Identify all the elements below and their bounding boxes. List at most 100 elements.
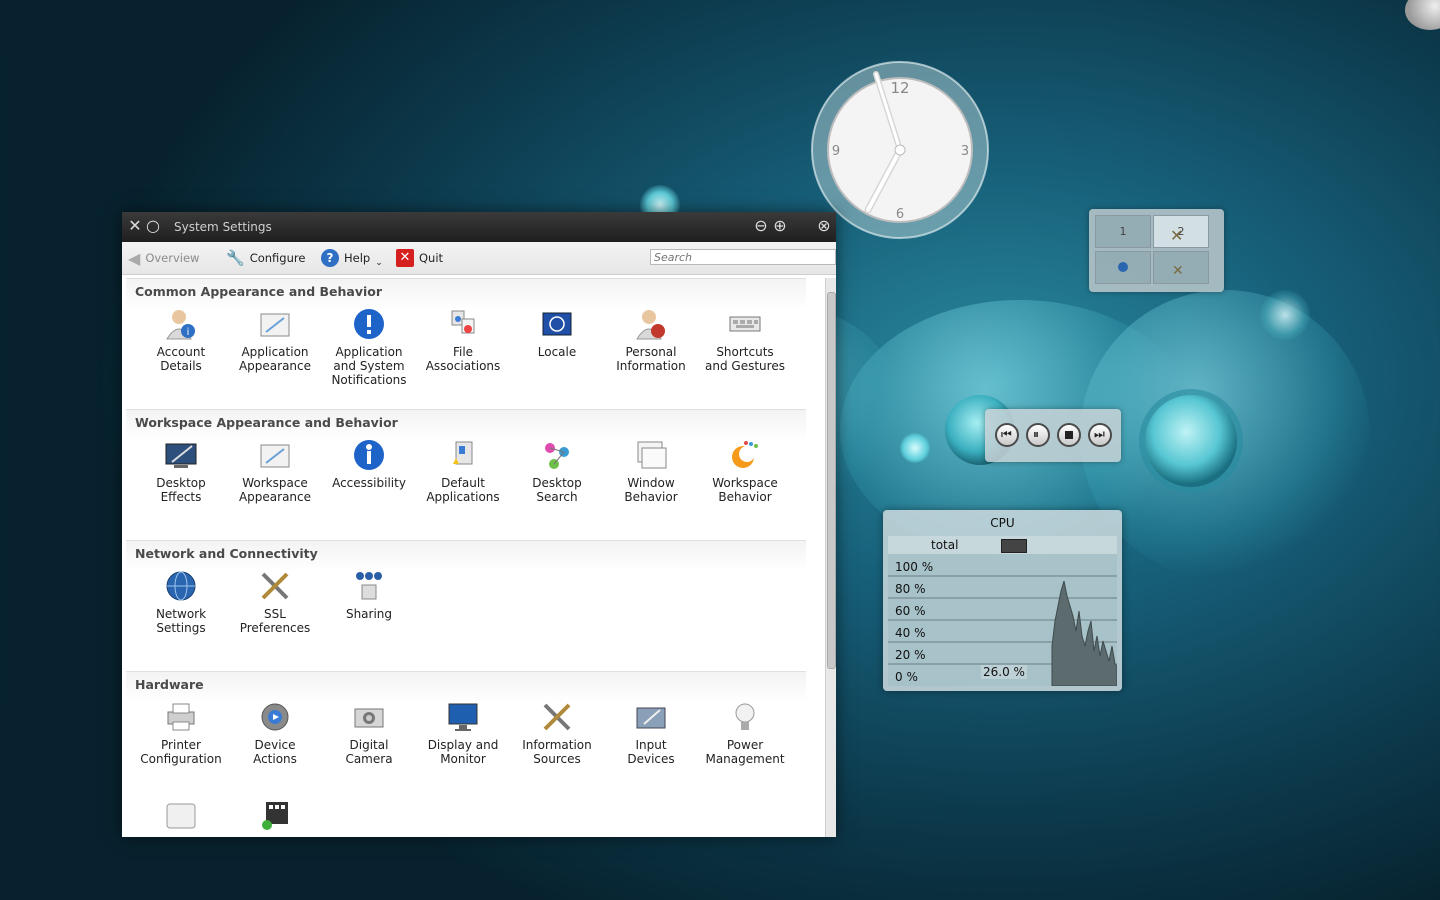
stop-icon <box>1065 431 1073 439</box>
item-label: SSL Preferences <box>239 607 311 635</box>
clock-numeral-3: 3 <box>961 144 969 159</box>
item-label: Sharing <box>345 607 393 621</box>
chevron-down-icon: ⌄ <box>375 258 383 268</box>
appearance-icon <box>258 438 292 472</box>
item-label: Printer Configuration <box>140 738 222 766</box>
quit-button[interactable]: ✕ Quit <box>396 248 443 268</box>
wrench-icon: 🔧 <box>226 249 245 267</box>
item-label: Input Devices <box>627 738 675 766</box>
item-locale[interactable]: Locale <box>510 307 604 359</box>
item-information-sources[interactable]: Information Sources <box>510 700 604 766</box>
multimedia-icon <box>258 798 292 832</box>
item-label: Power Management <box>705 738 785 766</box>
drive-icon <box>164 798 198 832</box>
clock-face: 12 3 6 9 <box>811 61 989 239</box>
item-personal-information[interactable]: Personal Information <box>604 307 698 373</box>
pager-desktop-3[interactable] <box>1095 251 1151 284</box>
item-label: Desktop Search <box>532 476 582 504</box>
item-shortcuts-gestures[interactable]: Shortcuts and Gestures <box>698 307 792 373</box>
item-label: Application Appearance <box>238 345 312 373</box>
search-input[interactable] <box>650 249 836 265</box>
item-notifications[interactable]: Application and System Notifications <box>322 307 416 387</box>
item-application-appearance[interactable]: Application Appearance <box>228 307 322 373</box>
tools-icon <box>258 569 292 603</box>
overview-label: Overview <box>145 251 200 265</box>
pause-button[interactable]: ⏸ <box>1026 423 1050 447</box>
item-label: Locale <box>537 345 577 359</box>
scrollbar-thumb[interactable] <box>827 292 836 669</box>
item-input-devices[interactable]: Input Devices <box>604 700 698 766</box>
cpu-graph: total 100 % 80 % 60 % 40 % 20 % 0 % 26.0… <box>888 536 1117 686</box>
item-default-applications[interactable]: Default Applications <box>416 438 510 504</box>
previous-track-button[interactable]: ⏮ <box>995 423 1019 447</box>
next-track-button[interactable]: ⏭ <box>1088 423 1112 447</box>
pager-desktop-2[interactable]: 2 ✕ <box>1153 215 1209 248</box>
globe-icon <box>164 569 198 603</box>
keyboard-icon <box>728 307 762 341</box>
item-window-behavior[interactable]: Window Behavior <box>604 438 698 504</box>
pause-icon: ⏸ <box>1033 427 1040 441</box>
item-label: File Associations <box>425 345 501 373</box>
cpu-tick-80: 80 % <box>895 582 926 596</box>
desktop-effects-icon <box>164 438 198 472</box>
item-network-settings[interactable]: Network Settings <box>134 569 228 635</box>
overview-button[interactable]: ◀ Overview <box>128 248 199 268</box>
item-removable-devices[interactable] <box>134 798 228 836</box>
configure-button[interactable]: 🔧 Configure <box>226 248 305 268</box>
cpu-current-value: 26.0 % <box>981 665 1027 679</box>
tools-icon: ✕ <box>1170 226 1184 245</box>
pager-desktop-1[interactable]: 1 <box>1095 215 1151 248</box>
item-label: Account Details <box>156 345 206 373</box>
cpu-usage-area <box>1051 580 1117 686</box>
minimize-icon[interactable]: ⊖ <box>752 217 770 235</box>
desktop-search-icon <box>540 438 574 472</box>
item-digital-camera[interactable]: Digital Camera <box>322 700 416 766</box>
item-printer-configuration[interactable]: Printer Configuration <box>134 700 228 766</box>
item-ssl-preferences[interactable]: SSL Preferences <box>228 569 322 635</box>
help-label: Help <box>344 251 371 265</box>
help-icon: ? <box>321 249 339 267</box>
settings-content: Common Appearance and Behavior i Account… <box>126 278 822 837</box>
item-label: Digital Camera <box>345 738 393 766</box>
appearance-icon <box>258 307 292 341</box>
quit-icon: ✕ <box>396 249 414 267</box>
item-power-management[interactable]: Power Management <box>698 700 792 766</box>
vertical-scrollbar[interactable] <box>825 278 836 837</box>
analog-clock-widget[interactable]: 12 3 6 9 <box>810 60 990 240</box>
maximize-icon[interactable]: ⊕ <box>771 217 789 235</box>
pager-desktop-4[interactable]: ✕ <box>1153 251 1209 284</box>
help-button[interactable]: ? Help ⌄ <box>321 248 383 268</box>
window-titlebar[interactable]: ✕ ○ System Settings ⊖ ⊕ ⊗ <box>122 212 836 242</box>
item-label: Information Sources <box>522 738 592 766</box>
item-workspace-behavior[interactable]: Workspace Behavior <box>698 438 792 504</box>
item-display-monitor[interactable]: Display and Monitor <box>416 700 510 766</box>
item-device-actions[interactable]: Device Actions <box>228 700 322 766</box>
close-icon[interactable]: ⊗ <box>815 217 833 235</box>
clock-numeral-9: 9 <box>832 144 840 159</box>
gear-icon <box>258 700 292 734</box>
window-menu-icon[interactable]: ✕ <box>126 217 144 235</box>
cpu-monitor-widget[interactable]: CPU total 100 % 80 % 60 % 40 % 20 % 0 % … <box>883 510 1122 691</box>
cpu-tick-100: 100 % <box>895 560 934 574</box>
item-label: Workspace Behavior <box>712 476 778 504</box>
tools-icon <box>540 700 574 734</box>
desktop-pager-widget: 1 2 ✕ ✕ <box>1089 209 1224 292</box>
stop-button[interactable] <box>1057 423 1081 447</box>
item-file-associations[interactable]: File Associations <box>416 307 510 373</box>
item-desktop-effects[interactable]: Desktop Effects <box>134 438 228 504</box>
back-arrow-icon: ◀ <box>128 248 141 268</box>
item-sharing[interactable]: Sharing <box>322 569 416 621</box>
camera-icon <box>352 700 386 734</box>
lightbulb-icon <box>728 700 762 734</box>
on-all-desktops-icon[interactable]: ○ <box>144 217 162 235</box>
item-accessibility[interactable]: Accessibility <box>322 438 416 490</box>
tools-icon: ✕ <box>1172 263 1184 279</box>
item-account-details[interactable]: i Account Details <box>134 307 228 373</box>
globe-icon <box>1118 262 1128 272</box>
previous-icon: ⏮ <box>1001 427 1012 441</box>
cpu-title: CPU <box>990 516 1015 530</box>
item-workspace-appearance[interactable]: Workspace Appearance <box>228 438 322 504</box>
section-network: Network and Connectivity Network Setting… <box>126 540 806 668</box>
item-multimedia[interactable] <box>228 798 322 836</box>
item-desktop-search[interactable]: Desktop Search <box>510 438 604 504</box>
